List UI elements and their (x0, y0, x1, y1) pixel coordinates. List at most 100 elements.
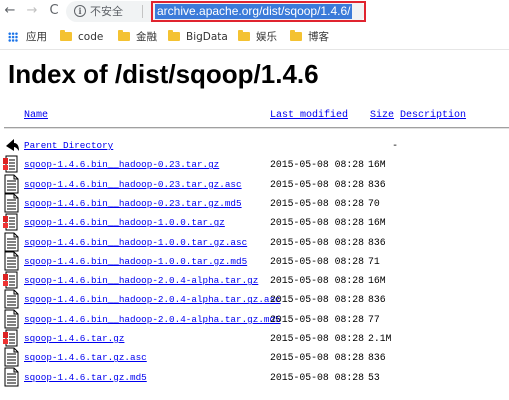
reload-icon[interactable]: C (46, 3, 62, 19)
file-row: sqoop-1.4.6.bin__hadoop-1.0.0.tar.gz.asc… (0, 232, 509, 252)
url-text[interactable]: archive.apache.org/dist/sqoop/1.4.6/ (155, 4, 353, 19)
file-row: sqoop-1.4.6.bin__hadoop-0.23.tar.gz 2015-… (0, 154, 509, 174)
file-link[interactable]: sqoop-1.4.6.bin__hadoop-0.23.tar.gz (24, 159, 219, 171)
text-icon[interactable] (2, 251, 20, 271)
text-icon[interactable] (2, 309, 20, 329)
file-link[interactable]: sqoop-1.4.6.bin__hadoop-2.0.4-alpha.tar.… (24, 275, 258, 287)
last-modified: 2015-05-08 08:28 (270, 352, 365, 364)
column-description-header[interactable]: Description (400, 110, 466, 122)
bookmark-entertainment[interactable]: 娱乐 (238, 29, 277, 45)
file-row: sqoop-1.4.6.tar.gz.md5 2015-05-08 08:28 53 (0, 367, 509, 387)
last-modified: 2015-05-08 08:28 (270, 255, 365, 267)
file-link[interactable]: sqoop-1.4.6.tar.gz (24, 333, 124, 345)
last-modified: 2015-05-08 08:28 (270, 236, 365, 248)
column-name-header[interactable]: Name (24, 110, 48, 122)
address-separator (142, 5, 143, 18)
last-modified: 2015-05-08 08:28 (270, 371, 365, 383)
last-modified: 2015-05-08 08:28 (270, 159, 365, 171)
forward-icon[interactable]: → (24, 3, 40, 19)
last-modified: 2015-05-08 08:28 (270, 197, 365, 209)
file-size: 16M (368, 159, 386, 171)
bookmark-label: 金融 (136, 31, 157, 43)
file-size: 71 (368, 255, 380, 267)
parent-directory-link[interactable]: Parent Directory (24, 140, 113, 152)
archive-icon[interactable] (2, 270, 20, 290)
folder-icon (290, 30, 302, 41)
file-link[interactable]: sqoop-1.4.6.bin__hadoop-1.0.0.tar.gz.md5 (24, 256, 247, 268)
bookmark-label: 娱乐 (256, 31, 277, 43)
file-size: 16M (368, 217, 386, 229)
text-icon[interactable] (2, 232, 20, 252)
page-title: Index of /dist/sqoop/1.4.6 (8, 59, 319, 89)
file-row: sqoop-1.4.6.bin__hadoop-2.0.4-alpha.tar.… (0, 289, 509, 309)
file-size: 836 (368, 294, 386, 306)
bookmark-blog[interactable]: 博客 (290, 29, 329, 45)
file-row: sqoop-1.4.6.tar.gz 2015-05-08 08:28 2.1M (0, 328, 509, 348)
file-row: sqoop-1.4.6.bin__hadoop-0.23.tar.gz.asc 2… (0, 174, 509, 194)
last-modified: 2015-05-08 08:28 (270, 313, 365, 325)
file-size: 836 (368, 352, 386, 364)
file-size: 77 (368, 313, 380, 325)
bookmark-label: BigData (186, 31, 228, 43)
file-link[interactable]: sqoop-1.4.6.tar.gz.asc (24, 352, 147, 364)
bookmark-label: 应用 (26, 31, 47, 43)
file-link[interactable]: sqoop-1.4.6.bin__hadoop-0.23.tar.gz.asc (24, 179, 242, 191)
file-link[interactable]: sqoop-1.4.6.bin__hadoop-2.0.4-alpha.tar.… (24, 294, 281, 306)
bookmarks-bar: 应用 code 金融 BigData 娱乐 博客 (0, 24, 509, 50)
file-size: 16M (368, 275, 386, 287)
info-icon[interactable]: i (74, 5, 86, 17)
text-icon[interactable] (2, 347, 20, 367)
file-row: sqoop-1.4.6.bin__hadoop-1.0.0.tar.gz.md5… (0, 251, 509, 271)
back-icon[interactable] (2, 135, 20, 155)
text-icon[interactable] (2, 174, 20, 194)
header-divider (4, 127, 509, 129)
back-icon[interactable]: ← (2, 3, 18, 19)
column-size-header[interactable]: Size (370, 110, 394, 122)
last-modified: 2015-05-08 08:28 (270, 333, 365, 344)
folder-icon (118, 30, 130, 41)
sort-by-description-link[interactable]: Description (400, 110, 466, 121)
text-icon[interactable] (2, 289, 20, 309)
file-size: 836 (368, 236, 386, 248)
last-modified: 2015-05-08 08:28 (270, 217, 365, 229)
archive-icon[interactable] (2, 212, 20, 232)
last-modified: 2015-05-08 08:28 (270, 275, 365, 287)
sort-by-size-link[interactable]: Size (370, 110, 394, 121)
file-link[interactable]: sqoop-1.4.6.tar.gz.md5 (24, 372, 147, 384)
address-bar[interactable]: i 不安全 archive.apache.org/dist/sqoop/1.4.… (66, 1, 366, 22)
bookmark-apps[interactable]: 应用 (8, 29, 47, 45)
column-modified-header[interactable]: Last modified (270, 110, 348, 122)
folder-icon (168, 30, 180, 41)
browser-toolbar: ← → C i 不安全 archive.apache.org/dist/sqoo… (0, 0, 509, 24)
file-row: sqoop-1.4.6.bin__hadoop-2.0.4-alpha.tar.… (0, 309, 509, 329)
sort-by-name-link[interactable]: Name (24, 110, 48, 121)
text-icon[interactable] (2, 193, 20, 213)
last-modified: 2015-05-08 08:28 (270, 178, 365, 190)
last-modified: 2015-05-08 08:28 (270, 294, 365, 306)
file-row: sqoop-1.4.6.bin__hadoop-2.0.4-alpha.tar.… (0, 270, 509, 290)
file-link[interactable]: sqoop-1.4.6.bin__hadoop-1.0.0.tar.gz (24, 217, 225, 229)
text-icon[interactable] (2, 367, 20, 387)
file-link[interactable]: sqoop-1.4.6.bin__hadoop-1.0.0.tar.gz.asc (24, 237, 247, 249)
sort-by-modified-link[interactable]: Last modified (270, 110, 348, 121)
file-size: 70 (368, 197, 380, 209)
file-size: 836 (368, 178, 386, 190)
file-link[interactable]: sqoop-1.4.6.bin__hadoop-0.23.tar.gz.md5 (24, 198, 242, 210)
parent-directory-row: Parent Directory - (0, 135, 509, 153)
file-size: 2.1M (368, 333, 392, 344)
bookmark-bigdata[interactable]: BigData (168, 29, 228, 45)
apps-icon (8, 32, 18, 42)
file-size: 53 (368, 371, 380, 383)
file-row: sqoop-1.4.6.tar.gz.asc 2015-05-08 08:28 83… (0, 347, 509, 367)
file-link[interactable]: sqoop-1.4.6.bin__hadoop-2.0.4-alpha.tar.… (24, 314, 281, 326)
bookmark-finance[interactable]: 金融 (118, 29, 157, 45)
bookmark-code[interactable]: code (60, 29, 103, 45)
url-highlight-box: archive.apache.org/dist/sqoop/1.4.6/ (151, 1, 366, 22)
archive-icon[interactable] (2, 328, 20, 348)
security-label[interactable]: 不安全 (90, 3, 123, 20)
bookmark-label: code (78, 31, 104, 43)
archive-icon[interactable] (2, 154, 20, 174)
folder-icon (238, 30, 250, 41)
file-row: sqoop-1.4.6.bin__hadoop-1.0.0.tar.gz 2015… (0, 212, 509, 232)
file-row: sqoop-1.4.6.bin__hadoop-0.23.tar.gz.md5 2… (0, 193, 509, 213)
